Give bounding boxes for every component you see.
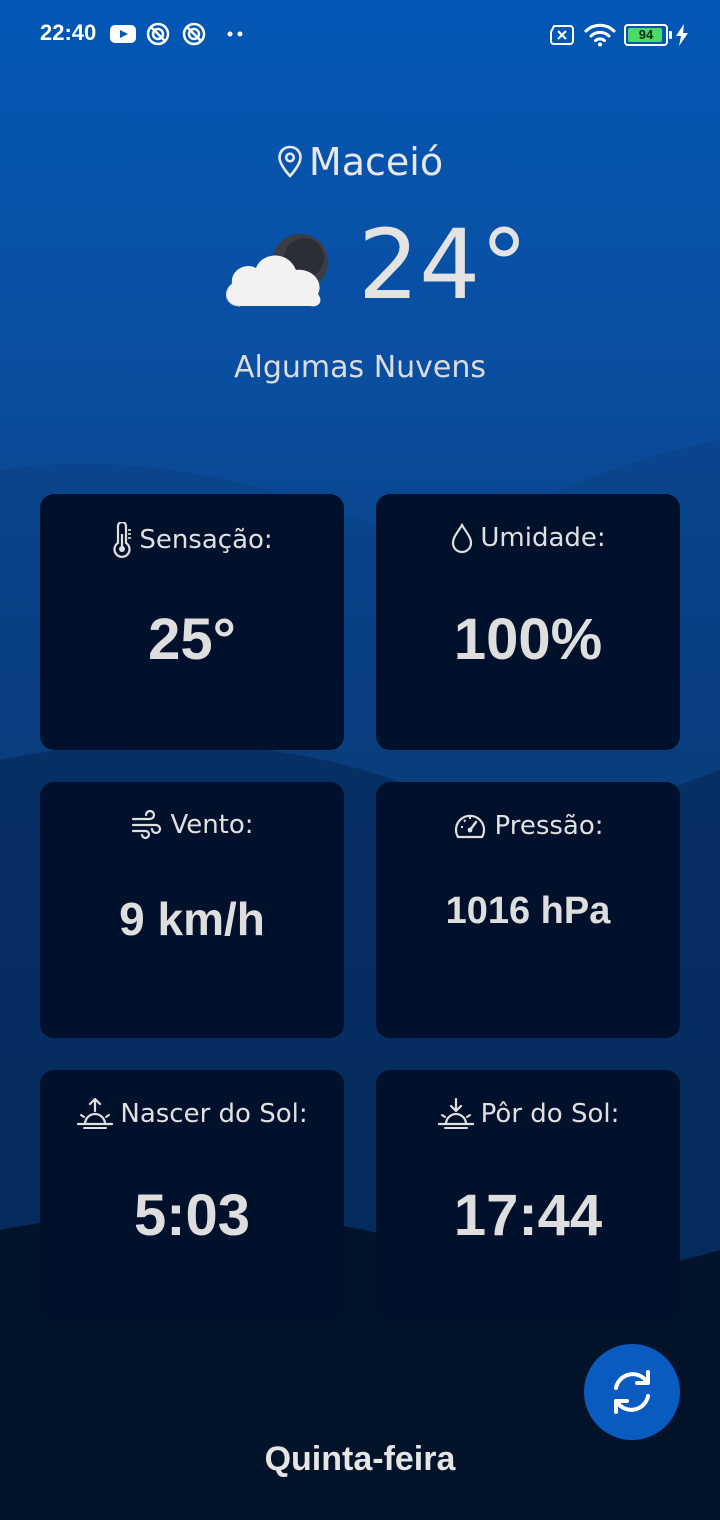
gauge-icon (455, 814, 486, 839)
thermometer-icon (113, 522, 132, 558)
pressure-label: Pressão: (494, 811, 604, 841)
sunset-card: Pôr do Sol: 17:44 (376, 1070, 680, 1326)
pressure-card: Pressão: 1016 hPa (376, 782, 680, 1038)
humidity-label-row: Umidade: (376, 522, 680, 554)
sunset-value: 17:44 (453, 1183, 603, 1248)
feels-like-label-row: Sensação: (40, 522, 344, 558)
current-temperature: 24° (358, 209, 529, 321)
refresh-button[interactable] (584, 1344, 680, 1440)
wifi-icon (584, 23, 616, 47)
feels-like-value: 25° (148, 607, 236, 672)
battery-cap (669, 31, 672, 39)
sunrise-value: 5:03 (133, 1183, 251, 1248)
no-sim-icon (550, 25, 574, 45)
refresh-icon (614, 1370, 650, 1414)
humidity-value: 100% (453, 607, 603, 672)
sunrise-label-row: Nascer do Sol: (40, 1098, 344, 1130)
location-pin-icon (278, 145, 302, 178)
pressure-value: 1016 hPa (445, 890, 611, 932)
sunset-label-row: Pôr do Sol: (376, 1098, 680, 1130)
sunrise-icon (77, 1098, 114, 1129)
circle-slash-icon (146, 22, 170, 46)
wind-icon (132, 810, 162, 840)
wind-label-row: Vento: (40, 810, 344, 840)
pressure-label-row: Pressão: (376, 810, 680, 842)
youtube-icon (110, 25, 136, 43)
droplet-icon (452, 522, 473, 554)
sunrise-label: Nascer do Sol: (120, 1099, 308, 1129)
battery-icon: 94 (624, 24, 668, 46)
circle-slash-icon (182, 22, 206, 46)
sunrise-card: Nascer do Sol: 5:03 (40, 1070, 344, 1326)
charging-icon (676, 24, 688, 46)
status-bar: 22:40 94 (0, 0, 720, 70)
location: Maceió (0, 140, 720, 184)
feels-like-label: Sensação: (139, 525, 273, 555)
more-dots-icon (227, 31, 243, 37)
sunset-label: Pôr do Sol: (480, 1099, 620, 1129)
humidity-card: Umidade: 100% (376, 494, 680, 750)
feels-like-card: Sensação: 25° (40, 494, 344, 750)
cloud-moon-icon (225, 234, 328, 307)
wind-card: Vento: 9 km/h (40, 782, 344, 1038)
humidity-label: Umidade: (480, 523, 606, 553)
wind-label: Vento: (170, 810, 254, 840)
battery-level-text: 94 (638, 27, 654, 42)
current-weather: 24° (0, 210, 720, 320)
weather-condition: Algumas Nuvens (234, 350, 486, 385)
location-name: Maceió (308, 140, 444, 184)
sunset-icon (437, 1098, 474, 1129)
wind-value: 9 km/h (119, 893, 265, 945)
day-of-week: Quinta-feira (264, 1440, 456, 1478)
status-time: 22:40 (40, 20, 97, 45)
